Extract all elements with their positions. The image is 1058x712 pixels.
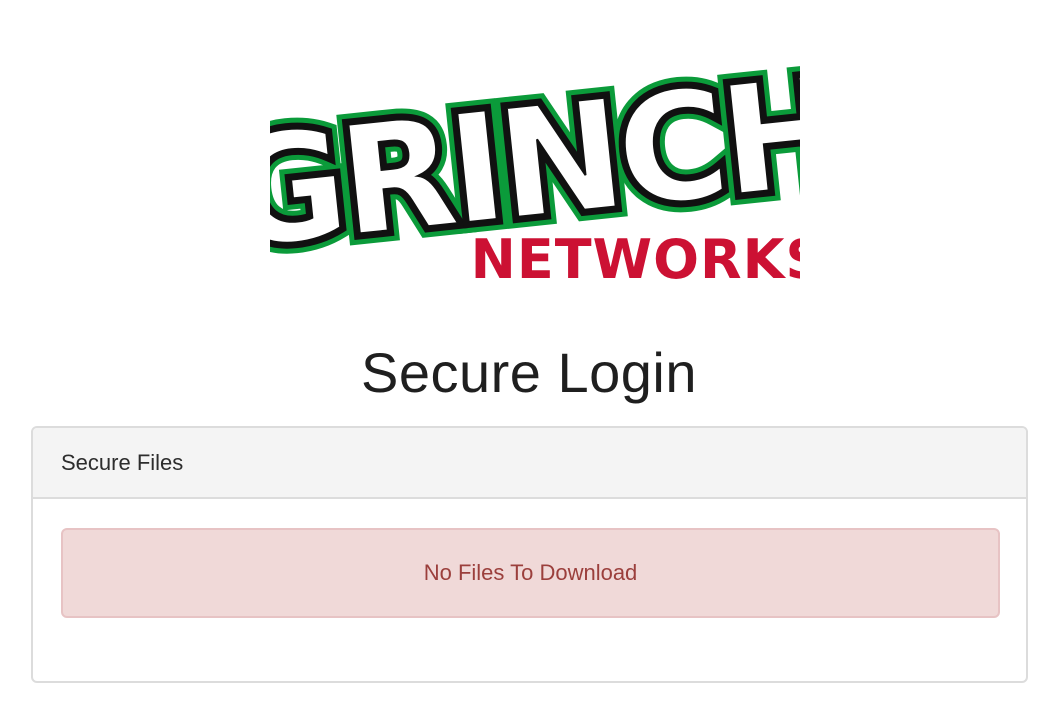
page: GRINCH GRINCH GRINCH NETWORKS Secure Log… [0,0,1058,712]
svg-text:NETWORKS: NETWORKS [471,228,800,291]
page-title: Secure Login [360,341,697,404]
grinch-networks-logo: GRINCH GRINCH GRINCH NETWORKS [270,20,800,295]
no-files-alert: No Files To Download [61,528,1000,618]
secure-files-panel: Secure Files No Files To Download [31,426,1028,683]
panel-heading: Secure Files [33,428,1026,499]
